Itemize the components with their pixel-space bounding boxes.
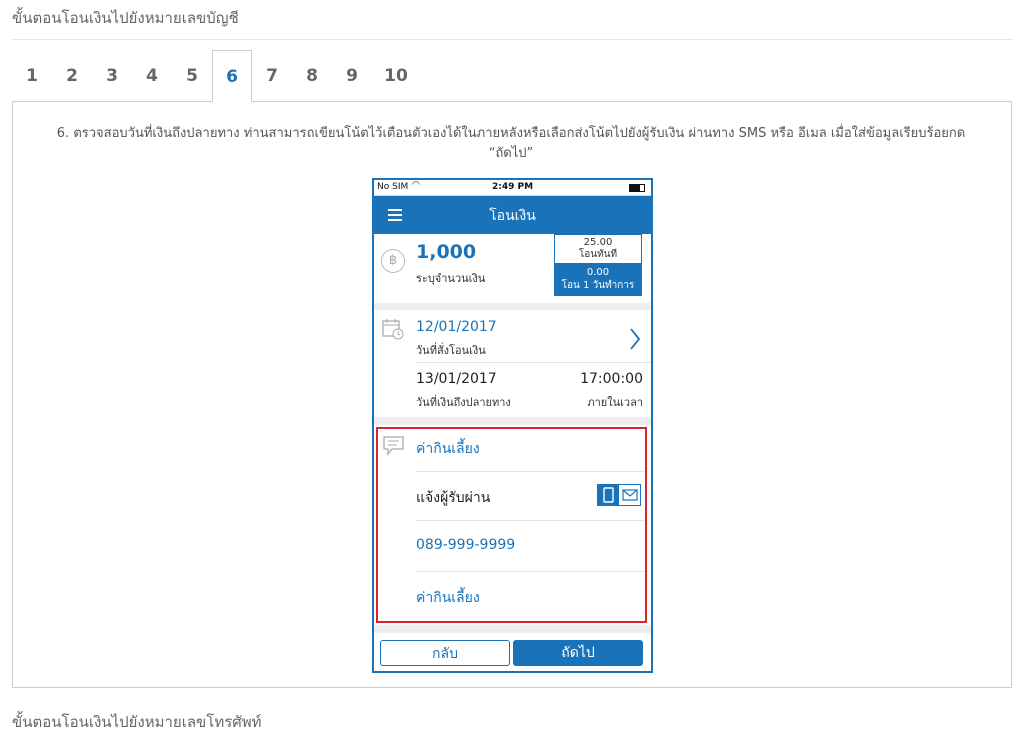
tab-step-8[interactable]: 8 <box>292 50 332 102</box>
amount-label: ระบุจำนวนเงิน <box>416 272 486 285</box>
chevron-right-icon[interactable] <box>629 327 641 355</box>
arrive-date: 13/01/2017 <box>416 371 497 387</box>
tab-step-10[interactable]: 10 <box>372 50 420 102</box>
arrive-time: 17:00:00 <box>580 371 643 387</box>
tab-step-9[interactable]: 9 <box>332 50 372 102</box>
status-time: 2:49 PM <box>491 182 534 192</box>
arrive-date-label: วันที่เงินถึงปลายทาง <box>416 396 511 409</box>
arrive-time-label: ภายในเวลา <box>587 396 643 409</box>
phone-screenshot: No SIM ◠ 2:49 PM โอนเงิน ฿ 1,000 ระบุจำน… <box>372 178 653 673</box>
tab-step-7[interactable]: 7 <box>252 50 292 102</box>
step-instruction: 6. ตรวจสอบวันที่เงินถึงปลายทาง ท่านสามาร… <box>26 124 996 164</box>
order-date-label: วันที่สั่งโอนเงิน <box>416 344 486 357</box>
battery-icon <box>629 184 645 192</box>
tab-step-6[interactable]: 6 <box>212 50 252 102</box>
divider <box>12 39 1013 40</box>
section-title: ขั้นตอนโอนเงินไปยังหมายเลขบัญชี <box>12 9 239 27</box>
tab-step-3[interactable]: 3 <box>92 50 132 102</box>
app-title: โอนเงิน <box>489 208 536 224</box>
fee-instant-option[interactable]: 25.00 โอนทันที <box>555 235 641 263</box>
next-section-title[interactable]: ขั้นตอนโอนเงินไปยังหมายเลขโทรศัพท์ <box>12 710 262 734</box>
tab-step-4[interactable]: 4 <box>132 50 172 102</box>
instruction-line-2: “ถัดไป” <box>488 146 534 161</box>
highlight-box <box>376 427 647 623</box>
separator <box>374 303 651 310</box>
fee-next-label: โอน 1 วันทำการ <box>561 280 635 291</box>
amount-value[interactable]: 1,000 <box>416 241 476 263</box>
tab-step-1[interactable]: 1 <box>12 50 52 102</box>
fee-options: 25.00 โอนทันที 0.00 โอน 1 วันทำการ <box>554 234 642 296</box>
app-header: โอนเงิน <box>374 196 651 234</box>
separator <box>374 417 651 425</box>
tab-step-2[interactable]: 2 <box>52 50 92 102</box>
fee-instant-value: 25.00 <box>583 237 613 248</box>
separator <box>374 625 651 633</box>
baht-icon: ฿ <box>381 249 405 273</box>
tab-step-5[interactable]: 5 <box>172 50 212 102</box>
calendar-icon <box>382 318 404 340</box>
status-bar: No SIM ◠ 2:49 PM <box>374 180 651 196</box>
order-date[interactable]: 12/01/2017 <box>416 319 497 335</box>
fee-next-value: 0.00 <box>586 267 610 278</box>
fee-next-day-option[interactable]: 0.00 โอน 1 วันทำการ <box>555 263 641 295</box>
fee-instant-label: โอนทันที <box>578 249 618 260</box>
next-button[interactable]: ถัดไป <box>513 640 643 666</box>
instruction-line-1: 6. ตรวจสอบวันที่เงินถึงปลายทาง ท่านสามาร… <box>56 126 966 141</box>
divider <box>416 362 651 363</box>
back-button[interactable]: กลับ <box>380 640 510 666</box>
